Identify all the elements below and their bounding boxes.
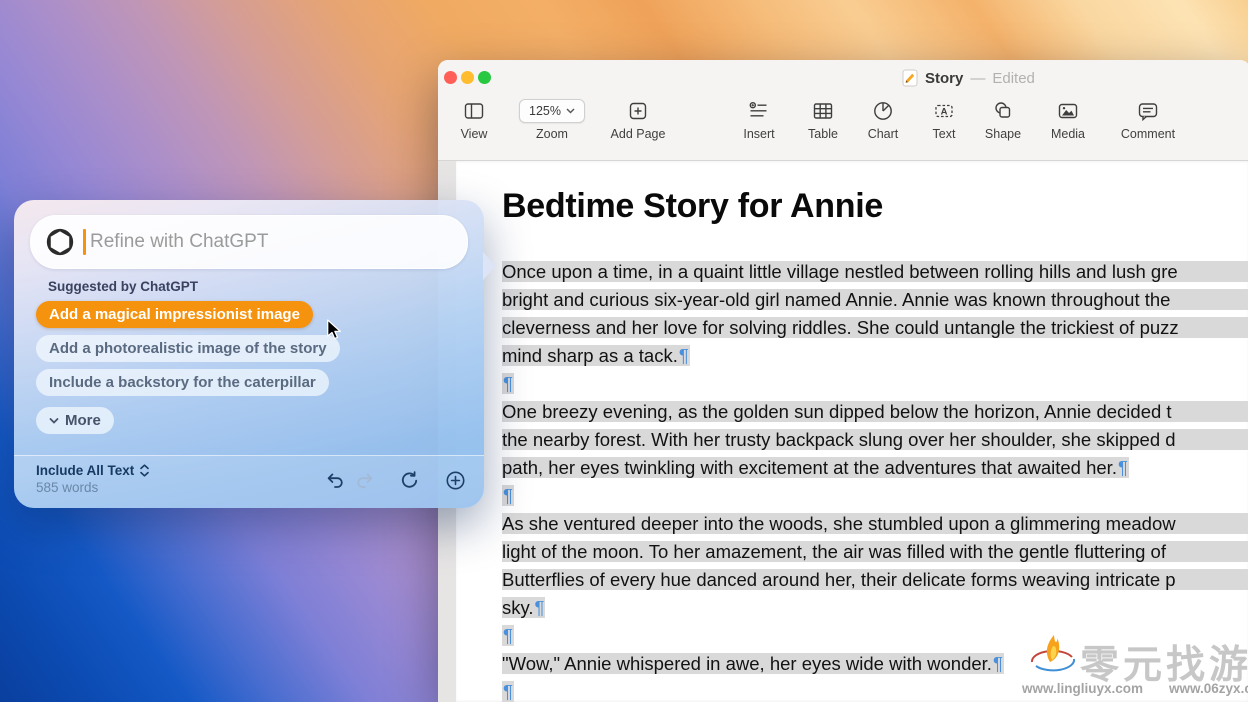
regenerate-button[interactable] bbox=[399, 470, 420, 491]
text-line[interactable]: sky.¶ bbox=[502, 594, 1248, 622]
chatgpt-refine-popup: Refine with ChatGPT Suggested by ChatGPT… bbox=[14, 200, 484, 508]
text-line[interactable]: One breezy evening, as the golden sun di… bbox=[502, 398, 1248, 426]
title-separator: — bbox=[970, 70, 985, 87]
pilcrow-mark: ¶ bbox=[502, 681, 514, 702]
popup-tail bbox=[483, 252, 496, 280]
comment-button[interactable]: Comment bbox=[1103, 98, 1193, 141]
text-line[interactable]: ¶ bbox=[502, 482, 1248, 510]
zoom-value-dropdown[interactable]: 125% bbox=[519, 99, 585, 123]
text-caret bbox=[83, 229, 86, 255]
text-line[interactable]: Once upon a time, in a quaint little vil… bbox=[502, 258, 1248, 286]
fullscreen-button[interactable] bbox=[478, 71, 491, 84]
redo-icon bbox=[354, 470, 375, 491]
suggestion-list: Add a magical impressionist image Add a p… bbox=[36, 301, 340, 403]
suggestion-pill[interactable]: Add a photorealistic image of the story bbox=[36, 335, 340, 362]
suggested-by-label: Suggested by ChatGPT bbox=[48, 279, 198, 294]
text-line[interactable]: bright and curious six-year-old girl nam… bbox=[502, 286, 1248, 314]
chatgpt-logo-icon bbox=[45, 227, 75, 257]
document-icon bbox=[902, 69, 918, 87]
popup-footer: Include All Text 585 words bbox=[14, 455, 484, 508]
document-title: Story bbox=[925, 70, 963, 87]
edited-status: Edited bbox=[992, 70, 1035, 87]
pilcrow-mark: ¶ bbox=[992, 653, 1004, 674]
document-heading: Bedtime Story for Annie bbox=[502, 187, 883, 226]
text-line[interactable]: mind sharp as a tack.¶ bbox=[502, 342, 1248, 370]
comment-icon bbox=[1103, 98, 1193, 124]
text-line[interactable]: the nearby forest. With her trusty backp… bbox=[502, 426, 1248, 454]
add-button[interactable] bbox=[445, 470, 466, 491]
suggestion-pill[interactable]: Add a magical impressionist image bbox=[36, 301, 313, 328]
document-area: Bedtime Story for Annie Once upon a time… bbox=[438, 161, 1248, 702]
screen: Story — Edited View 125% bbox=[0, 0, 1248, 702]
chevron-down-icon bbox=[566, 108, 575, 114]
pilcrow-mark: ¶ bbox=[1117, 457, 1129, 478]
pages-window: Story — Edited View 125% bbox=[438, 60, 1248, 702]
media-icon bbox=[1023, 98, 1113, 124]
watermark-flame-icon bbox=[1024, 630, 1080, 682]
watermark-urls: www.lingliuyx.comwww.06zyx.com bbox=[1022, 681, 1248, 696]
word-count: 585 words bbox=[36, 480, 150, 495]
text-line[interactable]: path, her eyes twinkling with excitement… bbox=[502, 454, 1248, 482]
more-button[interactable]: More bbox=[36, 407, 114, 434]
plus-circle-icon bbox=[445, 470, 466, 491]
refine-input[interactable]: Refine with ChatGPT bbox=[30, 215, 468, 269]
zoom-button[interactable]: 125% Zoom bbox=[507, 98, 597, 141]
undo-button[interactable] bbox=[325, 470, 346, 491]
suggestion-pill[interactable]: Include a backstory for the caterpillar bbox=[36, 369, 329, 396]
media-button[interactable]: Media bbox=[1023, 98, 1113, 141]
minimize-button[interactable] bbox=[461, 71, 474, 84]
text-line[interactable]: light of the moon. To her amazement, the… bbox=[502, 538, 1248, 566]
up-down-chevron-icon bbox=[139, 464, 150, 477]
text-line[interactable]: cleverness and her love for solving ridd… bbox=[502, 314, 1248, 342]
redo-button[interactable] bbox=[354, 470, 375, 491]
add-page-icon bbox=[593, 98, 683, 124]
undo-icon bbox=[325, 470, 346, 491]
text-line[interactable]: As she ventured deeper into the woods, s… bbox=[502, 510, 1248, 538]
mouse-cursor bbox=[326, 319, 342, 341]
pilcrow-mark: ¶ bbox=[502, 373, 514, 394]
svg-text:A: A bbox=[941, 106, 948, 117]
document-page[interactable]: Bedtime Story for Annie Once upon a time… bbox=[456, 161, 1248, 702]
pilcrow-mark: ¶ bbox=[502, 485, 514, 506]
window-title: Story — Edited bbox=[902, 69, 1035, 87]
refresh-icon bbox=[399, 470, 420, 491]
text-line[interactable]: ¶ bbox=[502, 370, 1248, 398]
add-page-button[interactable]: Add Page bbox=[593, 98, 683, 141]
text-line[interactable]: Butterflies of every hue danced around h… bbox=[502, 566, 1248, 594]
toolbar: Story — Edited View 125% bbox=[438, 60, 1248, 161]
pilcrow-mark: ¶ bbox=[534, 597, 546, 618]
pilcrow-mark: ¶ bbox=[502, 625, 514, 646]
close-button[interactable] bbox=[444, 71, 457, 84]
input-placeholder: Refine with ChatGPT bbox=[90, 231, 268, 253]
include-text-selector[interactable]: Include All Text 585 words bbox=[36, 463, 150, 495]
chevron-down-icon bbox=[49, 417, 59, 425]
pilcrow-mark: ¶ bbox=[678, 345, 690, 366]
